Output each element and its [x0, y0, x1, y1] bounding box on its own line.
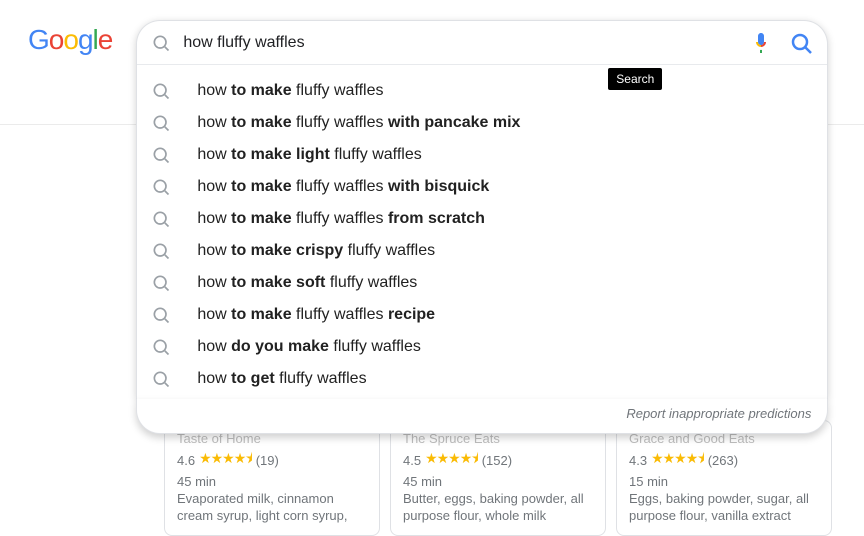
suggestion-item[interactable]: how to make fluffy waffles with pancake … [137, 107, 827, 139]
card-ingredients: Eggs, baking powder, sugar, all purpose … [629, 491, 819, 525]
suggestion-item[interactable]: how to make light fluffy waffles [137, 139, 827, 171]
search-input[interactable] [183, 34, 749, 52]
search-icon [151, 113, 171, 133]
search-icon [151, 81, 171, 101]
card-rating: 4.6 [177, 453, 195, 468]
card-review-count: (152) [482, 453, 512, 468]
suggestions-list: how to make fluffy waffles how to make fl… [137, 65, 827, 399]
card-ingredients: Evaporated milk, cinnamon cream syrup, l… [177, 491, 367, 525]
suggestion-text: how to make light fluffy waffles [197, 146, 421, 164]
suggestion-text: how to make fluffy waffles with pancake … [197, 114, 520, 132]
suggestion-item[interactable]: how to get fluffy waffles [137, 363, 827, 395]
search-button-icon[interactable] [789, 31, 813, 55]
card-time: 15 min [629, 474, 819, 489]
suggestion-text: how to make fluffy waffles recipe [197, 306, 435, 324]
suggestion-item[interactable]: how to make fluffy waffles with bisquick [137, 171, 827, 203]
mic-icon[interactable] [749, 31, 773, 55]
report-predictions-link[interactable]: Report inappropriate predictions [626, 406, 811, 421]
star-icon: ★★★★⯨ [651, 448, 704, 472]
suggestion-text: how do you make fluffy waffles [197, 338, 421, 356]
star-icon: ★★★★⯨ [199, 448, 252, 472]
suggestion-text: how to make fluffy waffles from scratch [197, 210, 485, 228]
google-logo[interactable]: Google [28, 24, 112, 56]
suggestion-text: how to make crispy fluffy waffles [197, 242, 435, 260]
suggestion-text: how to make fluffy waffles [197, 82, 383, 100]
suggestion-item[interactable]: how to make fluffy waffles from scratch [137, 203, 827, 235]
recipe-cards: Taste of Home4.6★★★★⯨(19)45 minEvaporate… [164, 420, 832, 536]
suggestion-item[interactable]: how to make soft fluffy waffles [137, 267, 827, 299]
suggestion-item[interactable]: how do you make fluffy waffles [137, 331, 827, 363]
card-review-count: (263) [708, 453, 738, 468]
search-icon [151, 145, 171, 165]
suggestion-item[interactable]: how to make fluffy waffles [137, 75, 827, 107]
card-rating: 4.5 [403, 453, 421, 468]
suggestion-text: how to make soft fluffy waffles [197, 274, 417, 292]
search-icon [151, 177, 171, 197]
search-icon [151, 305, 171, 325]
search-icon [151, 241, 171, 261]
suggestion-text: how to get fluffy waffles [197, 370, 366, 388]
search-icon [151, 369, 171, 389]
search-icon [151, 209, 171, 229]
search-icon [151, 33, 171, 53]
star-icon: ★★★★⯨ [425, 448, 478, 472]
card-ingredients: Butter, eggs, baking powder, all purpose… [403, 491, 593, 525]
recipe-card[interactable]: Taste of Home4.6★★★★⯨(19)45 minEvaporate… [164, 420, 380, 536]
recipe-card[interactable]: Grace and Good Eats4.3★★★★⯨(263)15 minEg… [616, 420, 832, 536]
card-rating: 4.3 [629, 453, 647, 468]
search-box: how to make fluffy waffles how to make fl… [136, 20, 828, 399]
recipe-card[interactable]: The Spruce Eats4.5★★★★⯨(152)45 minButter… [390, 420, 606, 536]
card-time: 45 min [403, 474, 593, 489]
suggestion-text: how to make fluffy waffles with bisquick [197, 178, 489, 196]
search-tooltip: Search [608, 68, 662, 90]
card-time: 45 min [177, 474, 367, 489]
search-icon [151, 337, 171, 357]
card-review-count: (19) [256, 453, 279, 468]
suggestion-item[interactable]: how to make fluffy waffles recipe [137, 299, 827, 331]
search-icon [151, 273, 171, 293]
suggestion-item[interactable]: how to make crispy fluffy waffles [137, 235, 827, 267]
